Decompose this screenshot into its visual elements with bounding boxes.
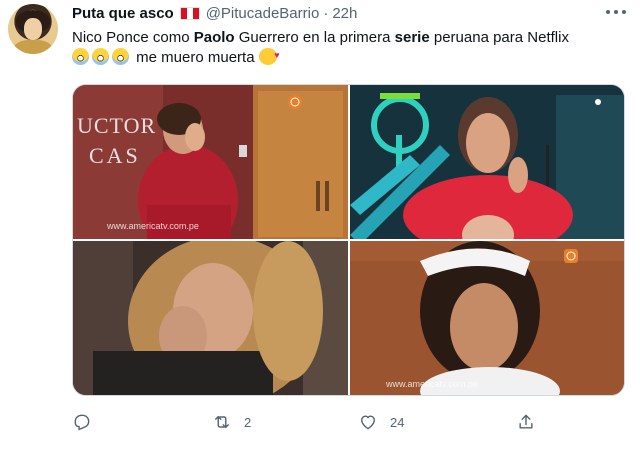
share-icon — [519, 414, 533, 429]
sign-text-2: CAS — [89, 143, 141, 168]
retweet-count: 2 — [244, 414, 252, 430]
image-3-scene — [73, 241, 348, 395]
image-4-scene — [350, 241, 624, 395]
like-count: 24 — [390, 414, 405, 430]
action-bar: 2 24 — [72, 408, 612, 436]
tweet-header: Puta que asco @PitucadeBarrio · 22h — [72, 2, 357, 24]
avatar-shirt — [14, 40, 52, 54]
author-handle[interactable]: @PitucadeBarrio — [206, 5, 320, 22]
tweet-text-bold: serie — [394, 29, 430, 46]
more-dot — [606, 10, 610, 14]
image-2-scene — [350, 85, 624, 239]
peru-flag-icon — [179, 6, 200, 20]
media-grid[interactable]: UCTOR CAS www.americatv.com.pe www.ameri… — [72, 84, 625, 396]
like-button[interactable]: 24 — [358, 408, 404, 436]
tweet-text-part: Nico Ponce como — [72, 29, 194, 46]
media-image-2[interactable] — [350, 85, 624, 239]
tweet-text: Nico Ponce como Paolo Guerrero en la pri… — [72, 28, 612, 68]
sign-text-1: UCTOR — [77, 113, 157, 138]
reply-button[interactable] — [72, 408, 104, 436]
tweet-text-bold: Paolo — [193, 29, 235, 46]
screaming-face-emoji-icon — [92, 48, 109, 65]
media-image-4[interactable]: www.americatv.com.pe — [350, 241, 624, 395]
share-button[interactable] — [516, 408, 536, 436]
media-image-3[interactable] — [73, 241, 348, 395]
more-dot — [614, 10, 618, 14]
screaming-face-emoji-icon — [112, 48, 129, 65]
heart-icon — [361, 415, 375, 430]
timestamp[interactable]: 22h — [332, 5, 357, 22]
retweet-icon — [215, 415, 229, 429]
more-options-icon[interactable] — [606, 4, 626, 20]
tweet-text-part: Guerrero en la primera — [234, 29, 395, 46]
tweet-text-line2: me muero muerta — [136, 49, 255, 66]
author-name[interactable]: Puta que asco — [72, 5, 174, 22]
reply-icon — [74, 414, 90, 431]
media-image-1[interactable]: UCTOR CAS www.americatv.com.pe — [73, 85, 348, 239]
tweet-card[interactable]: Puta que asco @PitucadeBarrio · 22h Nico… — [0, 0, 640, 455]
tweet-text-part: peruana para Netflix — [429, 29, 569, 46]
avatar-face — [24, 18, 42, 40]
separator-dot: · — [323, 4, 329, 22]
retweet-button[interactable]: 2 — [212, 408, 251, 436]
smiling-face-with-hearts-emoji-icon — [258, 45, 280, 65]
screaming-face-emoji-icon — [72, 48, 89, 65]
watermark-4: www.americatv.com.pe — [386, 379, 478, 389]
avatar[interactable] — [8, 4, 58, 54]
more-dot — [622, 10, 626, 14]
watermark-1: www.americatv.com.pe — [107, 221, 199, 231]
